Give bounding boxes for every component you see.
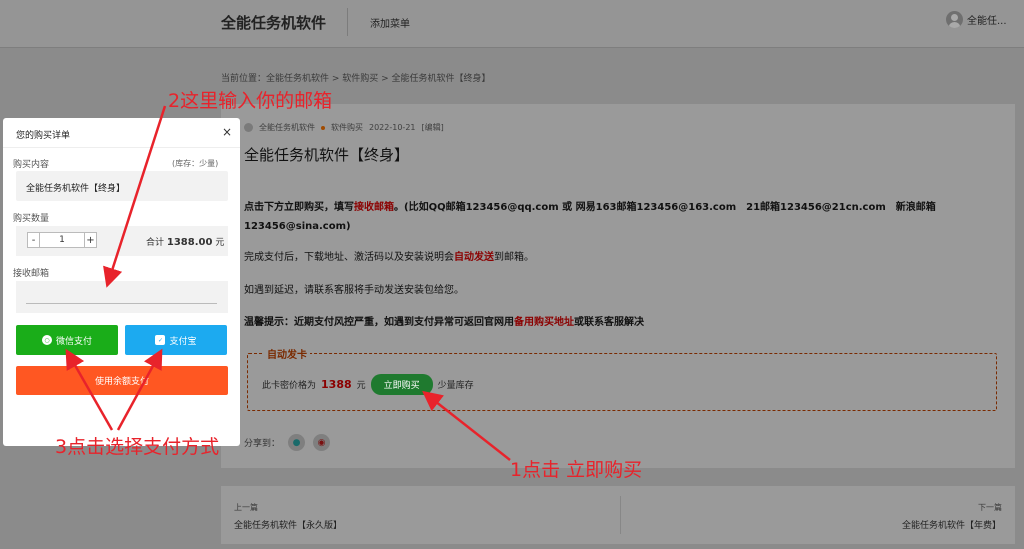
p2-highlight: 自动发送: [454, 252, 494, 263]
meta-date: 2022-10-21: [369, 123, 416, 132]
breadcrumb[interactable]: 当前位置：全能任务机软件 > 软件购买 > 全能任务机软件【终身】: [221, 71, 491, 84]
backup-purchase-link[interactable]: 备用购买地址: [514, 317, 574, 328]
share-label: 分享到：: [244, 439, 281, 449]
user-menu[interactable]: 全能任...: [946, 11, 1007, 28]
total-unit: 元: [215, 238, 225, 248]
annotation-step3: 3点击选择支付方式: [55, 436, 220, 458]
plus-button[interactable]: +: [84, 232, 97, 248]
next-label: 下一篇: [978, 503, 1002, 512]
email-label: 接收邮箱: [13, 269, 50, 279]
user-name: 全能任...: [967, 16, 1007, 27]
next-article-link[interactable]: 全能任务机软件【年费】: [902, 518, 1001, 531]
modal-divider: [3, 147, 240, 148]
email-field-box: [16, 281, 228, 313]
share-row: 分享到： ● ◉: [244, 434, 331, 451]
price-row: 此卡密价格为 1388 元 立即购买 少量库存: [262, 374, 474, 395]
modal-title: 您的购买详单: [16, 131, 71, 141]
total-amount: 1388.00: [166, 237, 213, 248]
stock-info: (库存：少量): [172, 159, 219, 168]
price-value: 1388: [321, 378, 352, 391]
wechat-icon: ○: [41, 335, 52, 345]
meta-edit[interactable]: [编辑]: [422, 122, 444, 133]
article-title: 全能任务机软件【终身】: [244, 146, 410, 164]
p1-highlight: 接收邮箱: [354, 202, 394, 213]
top-navbar: [0, 0, 1024, 48]
annotation-step1: 1点击 立即购买: [510, 459, 643, 481]
alipay-icon: ✓: [155, 335, 166, 345]
buy-now-button[interactable]: 立即购买: [370, 374, 433, 395]
paragraph-delivery: 完成支付后，下载地址、激活码以及安装说明会自动发送到邮箱。: [244, 248, 984, 267]
quantity-label: 购买数量: [13, 214, 50, 224]
wechat-pay-button[interactable]: ○ 微信支付: [16, 325, 118, 355]
content-label: 购买内容: [13, 160, 50, 170]
p2-text-a: 完成支付后，下载地址、激活码以及安装说明会: [244, 252, 454, 263]
prev-article-link[interactable]: 全能任务机软件【永久版】: [234, 518, 342, 531]
prev-label: 上一篇: [234, 503, 258, 512]
site-brand[interactable]: 全能任务机软件: [221, 12, 326, 33]
p4-text-a: 温馨提示：近期支付风控严重，如遇到支付异常可返回官网用: [244, 317, 514, 328]
author-icon: [244, 123, 253, 132]
meta-category[interactable]: 软件购买: [331, 122, 363, 133]
prev-next-card: [221, 486, 1015, 544]
alipay-label: 支付宝: [169, 336, 197, 347]
weibo-share-icon[interactable]: ◉: [313, 434, 331, 451]
balance-pay-button[interactable]: 使用余额支付: [16, 366, 228, 395]
minus-button[interactable]: -: [27, 232, 40, 248]
paragraph-delay: 如遇到延迟，请联系客服将手动发送安装包给您。: [244, 285, 464, 296]
price-prefix: 此卡密价格为: [262, 381, 317, 391]
p4-text-b: 或联系客服解决: [574, 317, 644, 328]
qq-share-icon[interactable]: ●: [288, 434, 306, 451]
nav-divider: [347, 8, 348, 36]
avatar-icon: [946, 11, 963, 28]
price-unit: 元: [356, 381, 366, 391]
prev-next-divider: [620, 496, 621, 534]
total-price: 合计 1388.00 元: [146, 235, 224, 248]
product-field: 全能任务机软件【终身】: [16, 171, 228, 201]
paragraph-instructions: 点击下方立即购买，填写接收邮箱。(比如QQ邮箱123456@qq.com 或 网…: [244, 198, 984, 236]
paragraph-tip: 温馨提示：近期支付风控严重，如遇到支付异常可返回官网用备用购买地址或联系客服解决: [244, 313, 984, 332]
p1-text-a: 点击下方立即购买，填写: [244, 202, 354, 213]
alipay-button[interactable]: ✓ 支付宝: [125, 325, 227, 355]
article-meta: 全能任务机软件 软件购买 2022-10-21 [编辑]: [244, 122, 444, 133]
close-icon[interactable]: ×: [222, 125, 232, 139]
meta-author[interactable]: 全能任务机软件: [259, 122, 315, 133]
total-prefix: 合计: [146, 238, 165, 248]
wechat-pay-label: 微信支付: [55, 336, 92, 347]
email-input[interactable]: [26, 286, 217, 304]
auto-card-label: 自动发卡: [264, 346, 310, 361]
quantity-value[interactable]: 1: [40, 232, 84, 248]
quantity-stepper[interactable]: - 1 +: [27, 232, 97, 248]
stock-text: 少量库存: [437, 381, 474, 391]
nav-add-menu[interactable]: 添加菜单: [370, 15, 410, 30]
category-dot-icon: [321, 125, 325, 130]
annotation-step2: 2这里输入你的邮箱: [168, 90, 333, 112]
p2-text-b: 到邮箱。: [494, 252, 534, 263]
